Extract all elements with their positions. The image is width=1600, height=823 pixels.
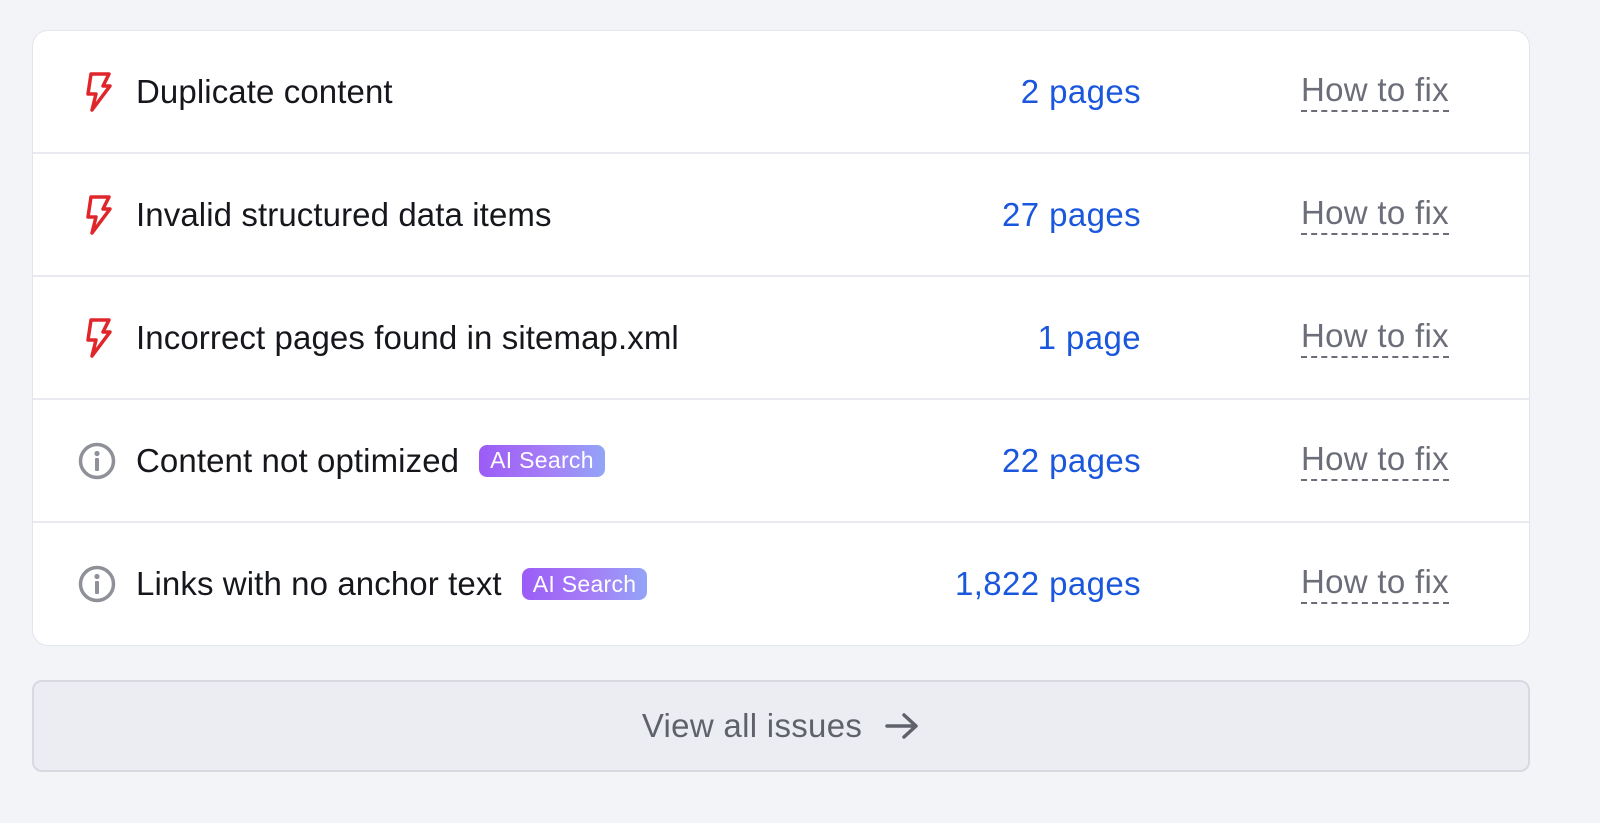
lightning-icon [77, 195, 117, 235]
how-to-fix-link[interactable]: How to fix [1301, 317, 1449, 358]
lightning-icon [77, 72, 117, 112]
view-all-issues-label: View all issues [641, 707, 863, 744]
view-all-issues-button[interactable]: View all issues [32, 680, 1530, 772]
info-icon [77, 564, 117, 604]
pages-link[interactable]: 27 pages [1002, 154, 1141, 275]
issue-row: Incorrect pages found in sitemap.xml 1 p… [33, 277, 1529, 400]
pages-link[interactable]: 2 pages [1021, 31, 1141, 152]
pages-link[interactable]: 22 pages [1002, 400, 1141, 521]
issue-row: Content not optimized AI Search 22 pages… [33, 400, 1529, 523]
lightning-icon [77, 318, 117, 358]
issue-title: Incorrect pages found in sitemap.xml [136, 318, 679, 356]
issues-card: Duplicate content 2 pages How to fix Inv… [32, 30, 1530, 646]
issue-title: Invalid structured data items [136, 195, 552, 233]
how-to-fix-link[interactable]: How to fix [1301, 440, 1449, 481]
info-icon [77, 441, 117, 481]
issue-row: Duplicate content 2 pages How to fix [33, 31, 1529, 154]
how-to-fix-link[interactable]: How to fix [1301, 71, 1449, 112]
issue-row: Links with no anchor text AI Search 1,82… [33, 523, 1529, 645]
pages-link[interactable]: 1 page [1038, 277, 1141, 398]
issue-row: Invalid structured data items 27 pages H… [33, 154, 1529, 277]
arrow-right-icon [884, 712, 920, 740]
pages-link[interactable]: 1,822 pages [955, 523, 1141, 645]
ai-search-badge: AI Search [521, 568, 648, 600]
issue-title: Links with no anchor text [136, 565, 502, 602]
how-to-fix-link[interactable]: How to fix [1301, 194, 1449, 235]
ai-search-badge: AI Search [479, 444, 605, 477]
issue-title: Duplicate content [136, 72, 393, 110]
issue-title: Content not optimized [136, 441, 460, 479]
how-to-fix-link[interactable]: How to fix [1301, 564, 1449, 604]
